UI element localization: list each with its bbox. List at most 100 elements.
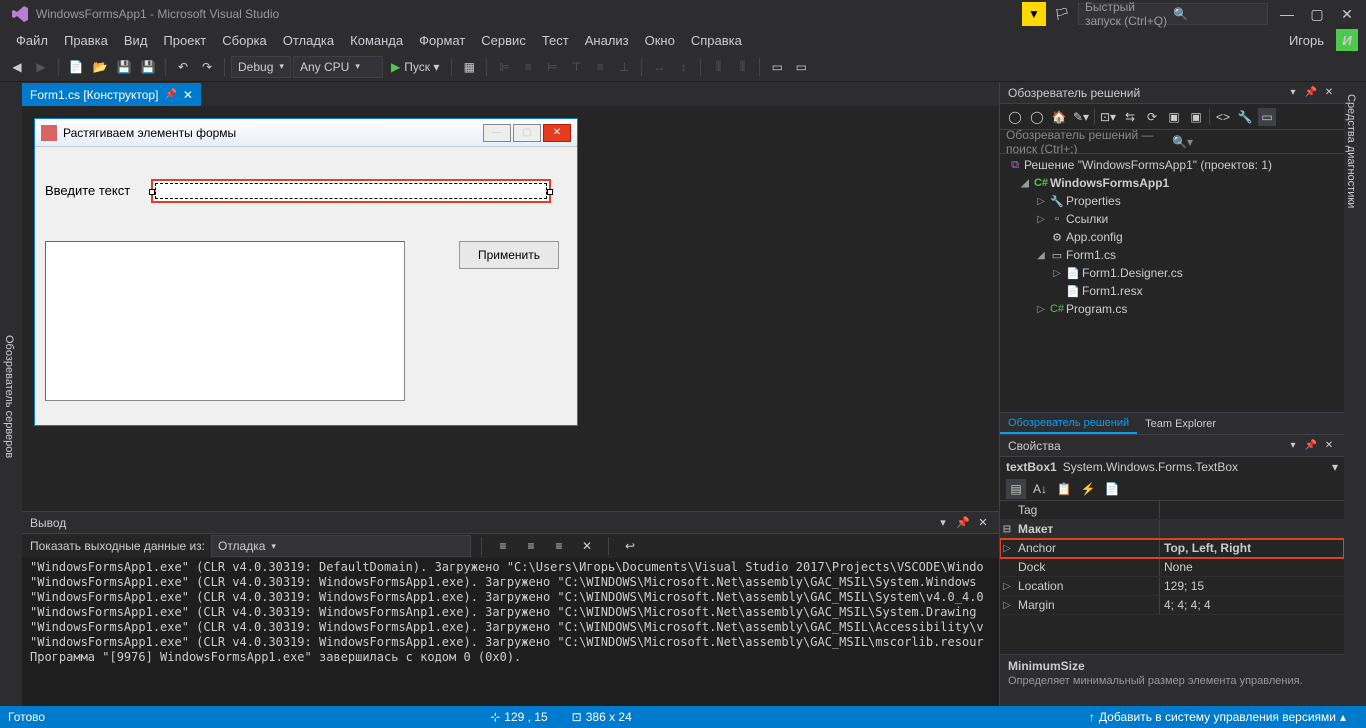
prop-pages-icon[interactable]: 📄: [1102, 479, 1122, 499]
align-center-icon[interactable]: ≡: [517, 56, 539, 78]
open-file-icon[interactable]: 📂: [89, 56, 111, 78]
back-icon[interactable]: ◯: [1006, 108, 1024, 126]
spacing-icon[interactable]: ⫼: [707, 56, 729, 78]
collapse-icon[interactable]: ▣: [1165, 108, 1183, 126]
tree-form1-resx[interactable]: 📄Form1.resx: [1000, 282, 1344, 300]
platform-dropdown[interactable]: Any CPU: [293, 56, 383, 78]
menu-help[interactable]: Справка: [683, 33, 750, 48]
menu-edit[interactable]: Правка: [56, 33, 116, 48]
dropdown-icon[interactable]: ▾: [935, 516, 951, 529]
close-icon[interactable]: ✕: [1322, 440, 1336, 451]
sync-icon[interactable]: ⇆: [1121, 108, 1139, 126]
form-textbox-selected[interactable]: [151, 179, 551, 203]
tab-solution-explorer[interactable]: Обозреватель решений: [1000, 413, 1137, 434]
prop-value[interactable]: None: [1159, 558, 1344, 576]
events-icon[interactable]: ⚡: [1078, 479, 1098, 499]
properties-object[interactable]: textBox1 System.Windows.Forms.TextBox ▾: [1000, 457, 1344, 477]
close-tab-icon[interactable]: ✕: [183, 88, 193, 102]
form-body[interactable]: Введите текст Применить: [35, 147, 577, 425]
refresh-icon[interactable]: ⟳: [1143, 108, 1161, 126]
start-button[interactable]: Пуск ▾: [385, 60, 445, 74]
alphabetical-icon[interactable]: A↓: [1030, 479, 1050, 499]
quick-launch-input[interactable]: Быстрый запуск (Ctrl+Q) 🔍: [1078, 3, 1268, 25]
categorized-icon[interactable]: ▤: [1006, 479, 1026, 499]
output-tool-icon[interactable]: ≡: [548, 535, 570, 557]
tree-appconfig[interactable]: ⚙App.config: [1000, 228, 1344, 246]
output-text[interactable]: "WindowsFormsApp1.exe" (CLR v4.0.30319: …: [22, 558, 999, 706]
form-apply-button[interactable]: Применить: [459, 241, 559, 269]
tab-form1-designer[interactable]: Form1.cs [Конструктор] 📌 ✕: [22, 83, 201, 106]
sizing-icon[interactable]: ↔: [648, 56, 670, 78]
layout-icon[interactable]: ▦: [458, 56, 480, 78]
tree-solution-root[interactable]: ⧉Решение "WindowsFormsApp1" (проектов: 1…: [1000, 156, 1344, 174]
rail-diagnostics[interactable]: Средства диагностики: [1343, 88, 1359, 214]
solution-search-input[interactable]: Обозреватель решений — поиск (Ctrl+;) 🔍▾: [1000, 130, 1344, 154]
scope-icon[interactable]: ⊡▾: [1099, 108, 1117, 126]
status-vcs[interactable]: ↑ Добавить в систему управления версиями…: [1089, 710, 1346, 724]
designer-surface[interactable]: Растягиваем элементы формы — ▢ ✕ Введите…: [22, 106, 999, 511]
pin-icon[interactable]: 📌: [955, 516, 971, 529]
properties-icon[interactable]: 📋: [1054, 479, 1074, 499]
align-right-icon[interactable]: ⊨: [541, 56, 563, 78]
output-source-dropdown[interactable]: Отладка: [211, 535, 471, 557]
new-project-icon[interactable]: 📄: [65, 56, 87, 78]
menu-view[interactable]: Вид: [116, 33, 156, 48]
preview-icon[interactable]: ▭: [1258, 108, 1276, 126]
dropdown-icon[interactable]: ▾: [1286, 87, 1300, 98]
output-wrap-icon[interactable]: ↩: [619, 535, 641, 557]
resize-handle[interactable]: [149, 189, 155, 195]
nav-fwd-icon[interactable]: ▶: [30, 56, 52, 78]
property-grid[interactable]: Tag⊟Макет▷AnchorTop, Left, RightDockNone…: [1000, 501, 1344, 654]
show-all-icon[interactable]: ▣: [1187, 108, 1205, 126]
close-icon[interactable]: ✕: [975, 516, 991, 529]
prop-value[interactable]: [1159, 501, 1344, 519]
prop-name[interactable]: Anchor: [1014, 541, 1159, 555]
prop-value[interactable]: Top, Left, Right: [1159, 539, 1344, 557]
fwd-icon[interactable]: ◯: [1028, 108, 1046, 126]
menu-test[interactable]: Тест: [534, 33, 577, 48]
align-bottom-icon[interactable]: ⊥: [613, 56, 635, 78]
tab-team-explorer[interactable]: Team Explorer: [1137, 413, 1224, 434]
menu-analyze[interactable]: Анализ: [577, 33, 637, 48]
prop-category[interactable]: Макет: [1014, 522, 1159, 536]
dropdown-icon[interactable]: ▾: [1286, 440, 1300, 451]
user-badge[interactable]: И: [1336, 29, 1358, 51]
tree-project[interactable]: ◢C#WindowsFormsApp1: [1000, 174, 1344, 192]
output-tool-icon[interactable]: ≡: [492, 535, 514, 557]
save-icon[interactable]: 💾: [113, 56, 135, 78]
menu-file[interactable]: Файл: [8, 33, 56, 48]
minimize-button[interactable]: —: [1272, 2, 1302, 26]
prop-name[interactable]: Margin: [1014, 598, 1159, 612]
tree-form1-designer[interactable]: ▷📄Form1.Designer.cs: [1000, 264, 1344, 282]
properties-icon[interactable]: 🔧: [1236, 108, 1254, 126]
rail-server-explorer[interactable]: Обозреватель серверов: [0, 88, 18, 706]
menu-format[interactable]: Формат: [411, 33, 473, 48]
pin-icon[interactable]: 📌: [164, 89, 176, 100]
prop-value[interactable]: 4; 4; 4; 4: [1159, 596, 1344, 614]
menu-tools[interactable]: Сервис: [473, 33, 534, 48]
menu-team[interactable]: Команда: [342, 33, 411, 48]
pin-icon[interactable]: 📌: [1304, 440, 1318, 451]
prop-name[interactable]: Location: [1014, 579, 1159, 593]
tree-properties[interactable]: ▷🔧Properties: [1000, 192, 1344, 210]
tree-program[interactable]: ▷C#Program.cs: [1000, 300, 1344, 318]
sizing-icon[interactable]: ↕: [672, 56, 694, 78]
home-icon[interactable]: 🏠: [1050, 108, 1068, 126]
menu-window[interactable]: Окно: [637, 33, 683, 48]
spacing-icon[interactable]: ⫼: [731, 56, 753, 78]
resize-handle[interactable]: [547, 189, 553, 195]
prop-value[interactable]: 129; 15: [1159, 577, 1344, 595]
align-left-icon[interactable]: ⊫: [493, 56, 515, 78]
form-textarea[interactable]: [45, 241, 405, 401]
pin-icon[interactable]: 📌: [1304, 87, 1318, 98]
prop-name[interactable]: Tag: [1014, 503, 1159, 517]
nav-back-icon[interactable]: ◀: [6, 56, 28, 78]
align-middle-icon[interactable]: ≡: [589, 56, 611, 78]
order-icon[interactable]: ▭: [766, 56, 788, 78]
config-dropdown[interactable]: Debug: [231, 56, 291, 78]
notification-icon[interactable]: ▼: [1022, 2, 1046, 26]
undo-icon[interactable]: ↶: [172, 56, 194, 78]
close-button[interactable]: ✕: [1332, 2, 1362, 26]
winforms-form[interactable]: Растягиваем элементы формы — ▢ ✕ Введите…: [34, 118, 578, 426]
output-tool-icon[interactable]: ≡: [520, 535, 542, 557]
